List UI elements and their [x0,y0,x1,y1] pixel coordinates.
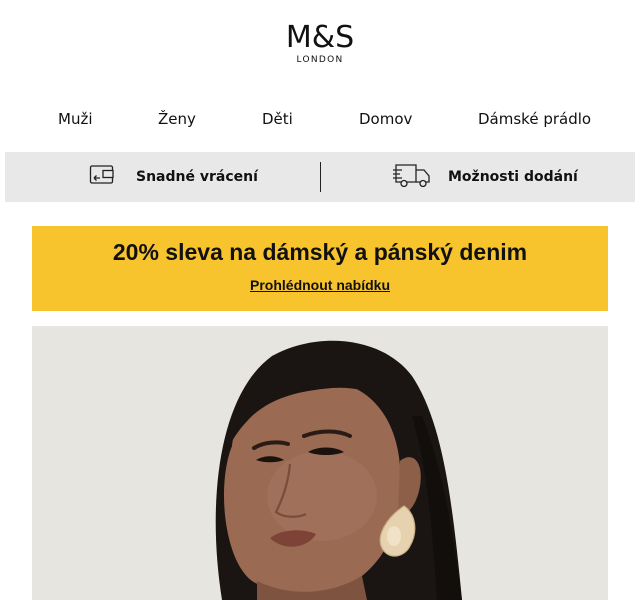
nav-item-home[interactable]: Domov [359,110,412,128]
hero-image[interactable] [32,326,608,600]
delivery-options-link[interactable]: Možnosti dodání [393,152,578,202]
view-offer-link[interactable]: Prohlédnout nabídku [250,277,390,293]
nav-item-women[interactable]: Ženy [158,110,196,128]
model-portrait-image [32,326,608,600]
delivery-truck-icon [393,161,433,193]
nav-item-lingerie[interactable]: Dámské prádlo [478,110,591,128]
service-divider [320,162,321,192]
nav-item-kids[interactable]: Děti [262,110,293,128]
returns-box-icon [89,163,117,191]
promo-banner: 20% sleva na dámský a pánský denim Prohl… [32,226,608,311]
delivery-options-label: Možnosti dodání [448,169,578,185]
main-navigation: Muži Ženy Děti Domov Dámské prádlo [0,110,640,130]
nav-item-men[interactable]: Muži [58,110,93,128]
service-bar: Snadné vrácení Možnosti dodání [5,152,635,202]
brand-tagline: LONDON [296,55,344,65]
brand-logo[interactable]: M&S LONDON [0,20,640,66]
easy-returns-label: Snadné vrácení [136,169,258,185]
promo-title: 20% sleva na dámský a pánský denim [112,239,528,265]
brand-name: M&S [285,20,355,55]
easy-returns-link[interactable]: Snadné vrácení [89,152,258,202]
